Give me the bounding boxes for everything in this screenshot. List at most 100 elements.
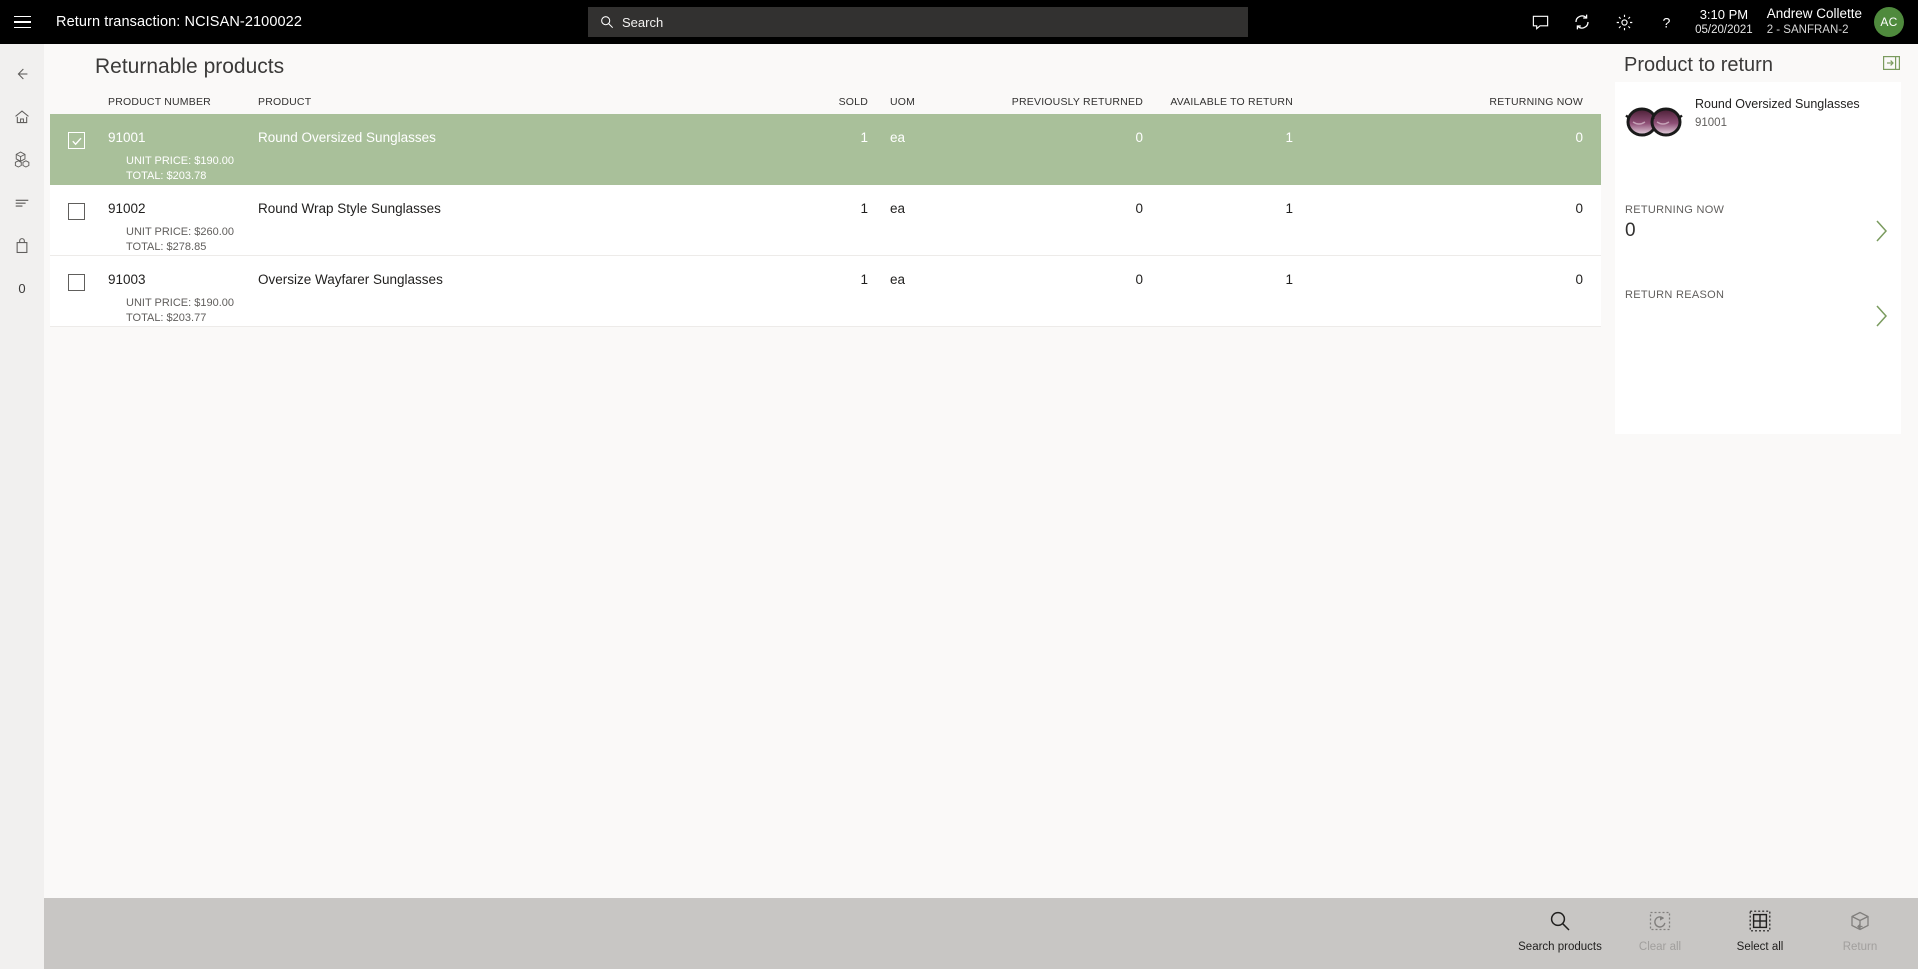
row-checkbox[interactable] (68, 256, 108, 326)
product-card: Round Oversized Sunglasses 91001 RETURNI… (1615, 82, 1901, 434)
clear-all-label: Clear all (1638, 941, 1682, 953)
returnable-products-table: PRODUCT NUMBER PRODUCT SOLD UOM PREVIOUS… (50, 87, 1601, 327)
top-bar: Return transaction: NCISAN-2100022 Searc… (0, 0, 1918, 44)
cell-uom: ea (890, 201, 906, 216)
row-checkbox[interactable] (68, 114, 108, 184)
current-date: 05/20/2021 (1695, 23, 1753, 36)
help-icon[interactable]: ? (1645, 0, 1687, 44)
product-to-return-panel: Product to return Round Oversized Sungla… (1614, 44, 1918, 898)
header-uom: UOM (890, 96, 916, 108)
cell-available-to-return: 1 (1285, 130, 1293, 145)
clear-all-button[interactable]: Clear all (1610, 898, 1710, 969)
cell-unit-price: UNIT PRICE: $190.00 (126, 155, 235, 167)
header-returning-now: RETURNING NOW (1489, 96, 1583, 108)
cell-returning-now: 0 (1575, 201, 1583, 216)
sidebar: 0 (0, 44, 44, 969)
cell-unit-price: UNIT PRICE: $260.00 (126, 226, 235, 238)
bottom-toolbar: Search products Clear all Select all Ret… (44, 898, 1918, 969)
header-available-to-return: AVAILABLE TO RETURN (1170, 96, 1293, 108)
chevron-right-icon[interactable] (1873, 218, 1889, 249)
clock: 3:10 PM 05/20/2021 (1695, 7, 1753, 38)
select-all-button[interactable]: Select all (1710, 898, 1810, 969)
top-bar-actions: ? 3:10 PM 05/20/2021 Andrew Collette 2 -… (1519, 0, 1918, 44)
cell-available-to-return: 1 (1285, 201, 1293, 216)
return-box-icon (1851, 911, 1869, 931)
user-name: Andrew Collette (1766, 6, 1862, 22)
table-row[interactable]: 91003 Oversize Wayfarer Sunglasses 1 ea … (50, 256, 1601, 327)
sidebar-item-bag[interactable] (0, 224, 44, 267)
back-icon (17, 68, 28, 79)
table-row[interactable]: 91001 Round Oversized Sunglasses 1 ea 0 … (50, 114, 1601, 185)
page-title: Returnable products (95, 55, 285, 78)
cell-total: TOTAL: $203.77 (126, 311, 207, 324)
select-all-label: Select all (1736, 941, 1784, 953)
returning-now-value: 0 (1625, 220, 1636, 241)
sidebar-item-list[interactable] (0, 181, 44, 224)
user-info[interactable]: Andrew Collette 2 - SANFRAN-2 (1767, 6, 1862, 37)
returning-now-label: RETURNING NOW (1625, 204, 1725, 216)
search-icon (1550, 911, 1570, 931)
returning-now-field[interactable]: RETURNING NOW 0 (1625, 204, 1891, 242)
row-checkbox[interactable] (68, 185, 108, 255)
product-summary: Round Oversized Sunglasses 91001 (1615, 82, 1901, 144)
panel-title: Product to return (1624, 54, 1773, 76)
list-icon (15, 199, 29, 207)
cell-total: TOTAL: $278.85 (126, 240, 207, 253)
cell-product: Oversize Wayfarer Sunglasses (258, 272, 443, 287)
cell-product: Round Wrap Style Sunglasses (258, 201, 441, 216)
collapse-panel-icon[interactable] (1883, 56, 1901, 75)
search-icon (601, 16, 614, 29)
sunglasses-thumbnail (1625, 100, 1683, 144)
user-store: 2 - SANFRAN-2 (1766, 24, 1849, 37)
search-placeholder: Search (622, 14, 664, 30)
product-text: Round Oversized Sunglasses 91001 (1695, 94, 1860, 144)
row-price-info: UNIT PRICE: $260.00 TOTAL: $278.85 (126, 225, 234, 255)
cell-sold: 1 (860, 272, 868, 287)
row-price-info: UNIT PRICE: $190.00 TOTAL: $203.77 (126, 296, 234, 326)
search-products-button[interactable]: Search products (1510, 898, 1610, 969)
return-reason-field[interactable]: RETURN REASON (1625, 289, 1891, 327)
sidebar-item-cart-count[interactable]: 0 (0, 267, 44, 310)
return-label: Return (1842, 941, 1878, 953)
panel-header: Product to return (1614, 44, 1918, 77)
cell-previously-returned: 0 (1135, 130, 1143, 145)
page-transaction-title: Return transaction: NCISAN-2100022 (56, 14, 302, 30)
table-row[interactable]: 91002 Round Wrap Style Sunglasses 1 ea 0… (50, 185, 1601, 256)
return-reason-label: RETURN REASON (1625, 289, 1725, 301)
cell-returning-now: 0 (1575, 130, 1583, 145)
clear-all-icon (1649, 911, 1671, 931)
cell-available-to-return: 1 (1285, 272, 1293, 287)
table-header-row: PRODUCT NUMBER PRODUCT SOLD UOM PREVIOUS… (50, 87, 1601, 114)
cell-total: TOTAL: $203.78 (126, 169, 207, 182)
sidebar-item-products[interactable] (0, 138, 44, 181)
cell-uom: ea (890, 272, 906, 287)
cell-previously-returned: 0 (1135, 201, 1143, 216)
home-icon (15, 109, 29, 123)
svg-text:?: ? (1662, 15, 1670, 31)
toolbar-buttons: Search products Clear all Select all Ret… (1510, 898, 1910, 969)
search-products-label: Search products (1518, 941, 1602, 953)
row-price-info: UNIT PRICE: $190.00 TOTAL: $203.78 (126, 154, 234, 184)
sidebar-item-home[interactable] (0, 95, 44, 138)
header-previously-returned: PREVIOUSLY RETURNED (1011, 96, 1143, 108)
avatar[interactable]: AC (1874, 7, 1904, 37)
cell-product: Round Oversized Sunglasses (258, 130, 436, 145)
checkmark-icon (71, 137, 82, 145)
header-product-number: PRODUCT NUMBER (108, 96, 211, 108)
select-all-icon (1749, 910, 1771, 932)
return-button[interactable]: Return (1810, 898, 1910, 969)
sync-icon[interactable] (1561, 0, 1603, 44)
cell-sold: 1 (860, 130, 868, 145)
message-icon[interactable] (1519, 0, 1561, 44)
settings-icon[interactable] (1603, 0, 1645, 44)
chevron-right-icon[interactable] (1873, 303, 1889, 334)
panel-product-number: 91001 (1695, 117, 1727, 130)
current-time: 3:10 PM (1699, 6, 1749, 22)
cell-sold: 1 (860, 201, 868, 216)
sidebar-item-back[interactable] (0, 52, 44, 95)
panel-product-name: Round Oversized Sunglasses (1695, 97, 1860, 111)
search-input[interactable]: Search (588, 7, 1248, 37)
header-sold: SOLD (838, 96, 868, 108)
return-reason-value (1625, 305, 1891, 327)
menu-icon[interactable] (0, 0, 44, 44)
